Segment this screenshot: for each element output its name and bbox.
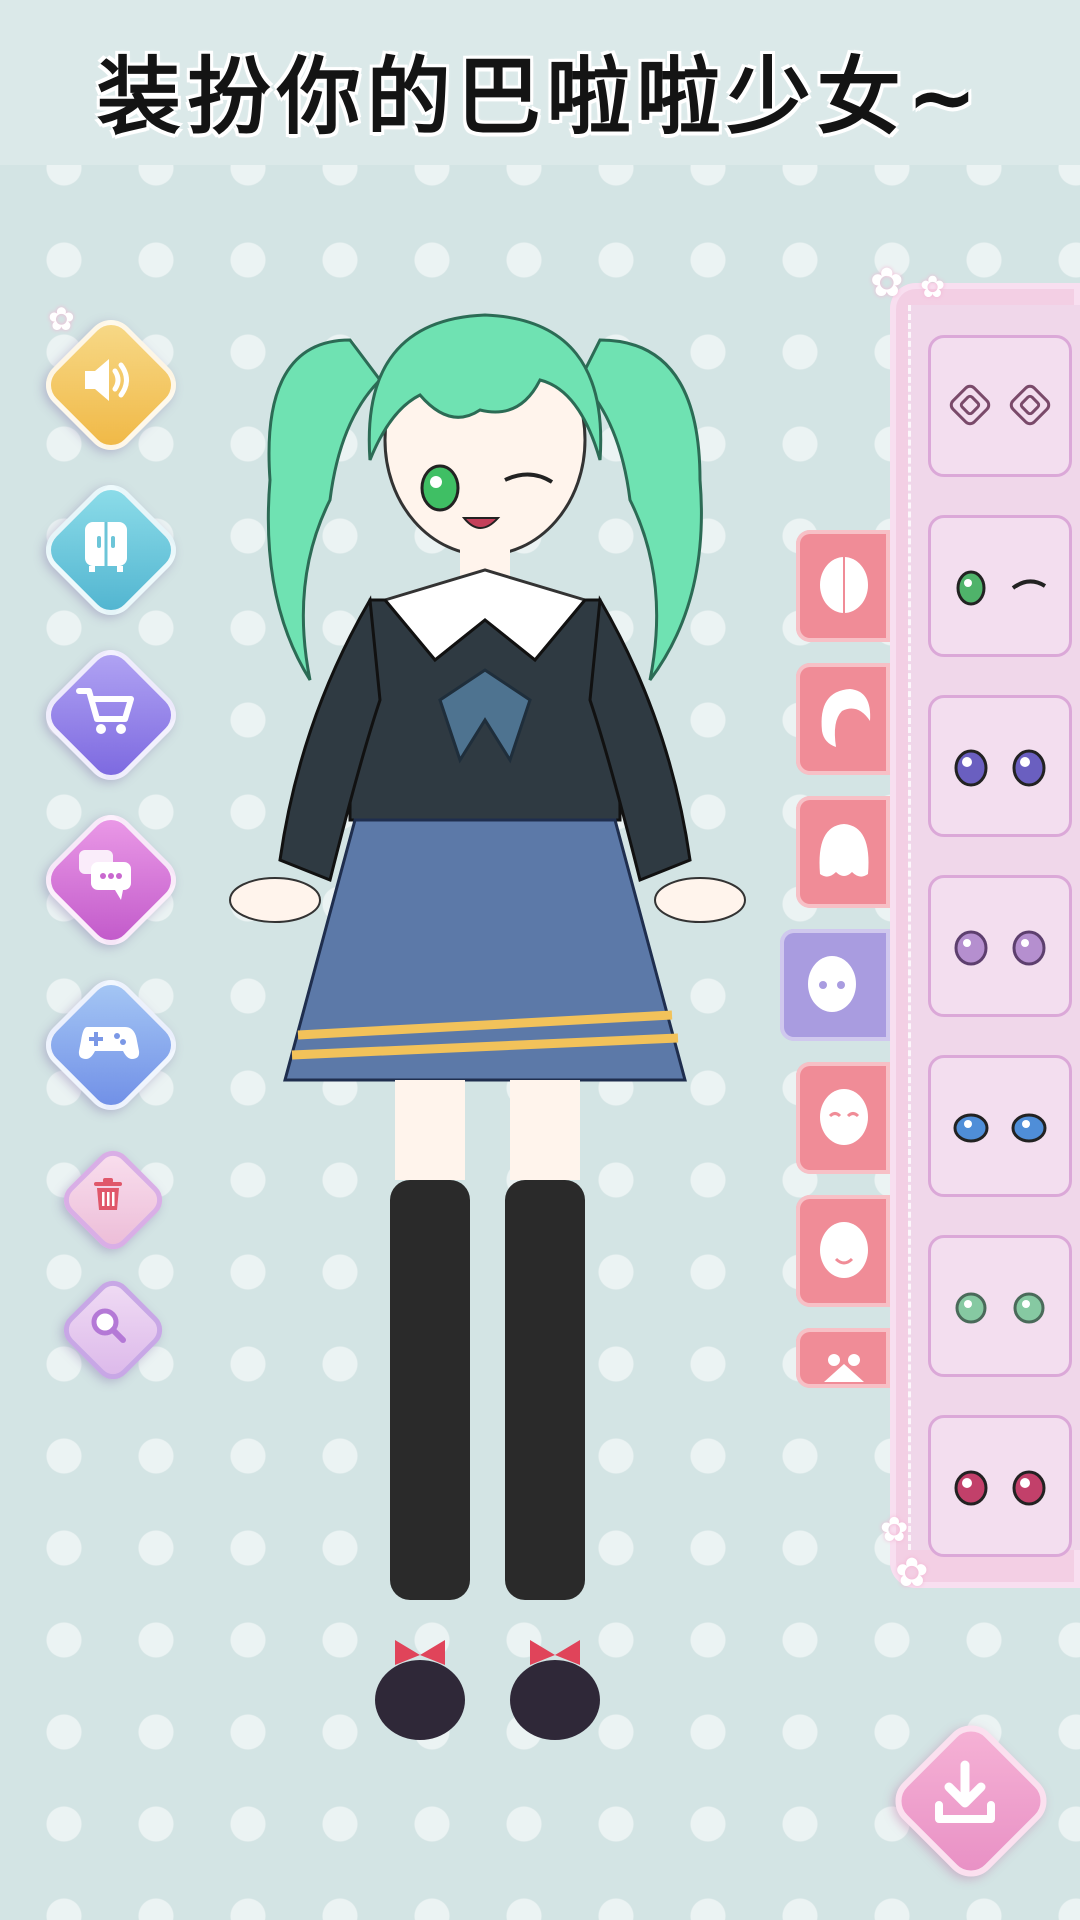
page-title: 装扮你的巴啦啦少女~ — [96, 48, 984, 146]
eye-option-6[interactable] — [928, 1235, 1072, 1377]
left-sock — [390, 1180, 470, 1600]
sakura-flower-icon: ✿ — [870, 260, 904, 306]
tab-mouth[interactable] — [796, 1195, 890, 1307]
download-button[interactable] — [880, 1710, 1058, 1888]
bow-icon — [824, 1354, 864, 1382]
chat-bubbles-icon — [79, 850, 131, 900]
lilac-eyes-icon — [954, 930, 1046, 966]
trash-icon — [94, 1178, 122, 1210]
tab-front-hair[interactable] — [796, 663, 890, 775]
eye-option-2[interactable] — [928, 515, 1072, 657]
spiral-eyes-icon — [949, 384, 1051, 426]
tab-eyebrows[interactable] — [796, 1062, 890, 1174]
open-eye — [420, 464, 460, 512]
sakura-flower-icon: ✿ — [880, 1510, 909, 1550]
eye-option-3[interactable] — [928, 695, 1072, 837]
wink-eyes-icon — [956, 570, 1047, 606]
eye-option-5[interactable] — [928, 1055, 1072, 1197]
download-icon — [935, 1760, 995, 1823]
gamepad-icon — [78, 1027, 140, 1059]
face-half-icon — [820, 557, 868, 613]
face-smile-icon — [820, 1222, 868, 1278]
right-sock — [505, 1180, 585, 1600]
zoom-button[interactable] — [53, 1270, 170, 1387]
eye-option-4[interactable] — [928, 875, 1072, 1017]
sakura-flower-icon: ✿ — [920, 270, 946, 305]
tab-back-hair[interactable] — [796, 796, 890, 908]
delete-button[interactable] — [53, 1140, 170, 1257]
cart-icon — [76, 688, 134, 734]
back-hair-icon — [819, 824, 869, 877]
wardrobe-icon — [85, 522, 127, 572]
sakura-flower-icon: ✿ — [48, 300, 75, 338]
hair-icon — [821, 689, 871, 747]
shop-button[interactable] — [36, 640, 186, 790]
character-doll[interactable] — [180, 300, 800, 1760]
tab-eyes[interactable] — [780, 929, 890, 1041]
header-bar: 装扮你的巴啦啦少女~ — [0, 0, 1080, 165]
wardrobe-button[interactable] — [36, 475, 186, 625]
speaker-icon — [85, 359, 129, 401]
blue-eyes-icon — [953, 1113, 1047, 1143]
mint-eyes-icon — [955, 1292, 1045, 1324]
chat-button[interactable] — [36, 805, 186, 955]
pink-eyes-icon — [954, 1470, 1046, 1506]
tab-face-base[interactable] — [796, 530, 890, 642]
face-eyes-icon — [808, 956, 856, 1012]
sakura-flower-icon: ✿ — [895, 1550, 929, 1596]
tab-accessory[interactable] — [796, 1328, 890, 1388]
magnifier-icon — [91, 1308, 126, 1343]
eye-option-1[interactable] — [928, 335, 1072, 477]
eye-option-7[interactable] — [928, 1415, 1072, 1557]
face-closed-eyes-icon — [820, 1089, 868, 1145]
purple-eyes-icon — [954, 749, 1046, 787]
games-button[interactable] — [36, 970, 186, 1120]
